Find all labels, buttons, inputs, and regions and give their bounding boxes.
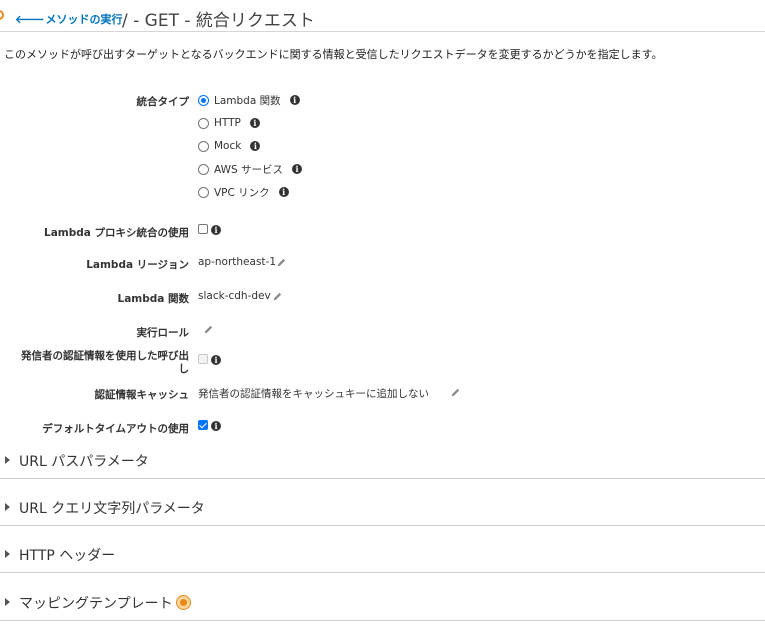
edit-pencil-icon[interactable] [272,291,283,302]
lambda-function-value: slack-cdh-dev [198,290,271,302]
section-http-headers[interactable]: HTTP ヘッダー [0,527,765,573]
lambda-region-value: ap-northeast-1 [198,256,277,268]
lambda-proxy-label: Lambda プロキシ統合の使用 [44,227,189,239]
info-icon[interactable]: i [211,421,221,431]
section-divider [0,525,765,526]
radio-option-mock[interactable]: Mock i [198,139,261,153]
section-title: URL クエリ文字列パラメータ [19,501,205,517]
expand-triangle-icon [5,598,10,606]
section-divider [0,572,765,573]
radio-option-aws-service[interactable]: AWS サービス i [198,162,302,176]
section-title-row: マッピングテンプレート [19,593,190,613]
status-dot-icon [0,10,4,20]
edit-pencil-icon[interactable] [450,387,461,398]
expand-triangle-icon [5,550,10,558]
radio-http[interactable] [198,117,209,129]
section-divider [0,620,765,621]
page-header: 🡐メソッドの実行 / - GET - 統合リクエスト [0,0,765,32]
highlight-dot-icon [176,596,190,609]
radio-aws-service[interactable] [198,163,209,175]
caller-credentials-label: 発信者の認証情報を使用した呼び出 し [21,350,189,376]
lambda-region-label: Lambda リージョン [86,259,189,271]
header-divider [0,31,765,32]
credentials-cache-value: 発信者の認証情報をキャッシュキーに追加しない [198,388,429,400]
back-to-method-execution-link[interactable]: 🡐メソッドの実行 [15,11,123,27]
page-description: このメソッドが呼び出すターゲットとなるバックエンドに関する情報と受信したリクエス… [4,48,663,61]
radio-mock[interactable] [198,140,209,152]
section-url-path-parameters[interactable]: URL パスパラメータ [0,433,765,479]
radio-lambda[interactable] [198,94,209,106]
expand-triangle-icon [5,503,10,511]
lambda-function-label: Lambda 関数 [117,293,190,305]
section-mapping-templates[interactable]: マッピングテンプレート [0,575,765,621]
back-link-label: メソッドの実行 [45,13,123,26]
caller-credentials-label-line2: し [178,363,190,375]
expand-triangle-icon [5,456,10,464]
caller-credentials-label-line1: 発信者の認証情報を使用した呼び出 [21,350,189,362]
credentials-cache-label: 認証情報キャッシュ [94,389,190,401]
section-title: URL パスパラメータ [19,454,149,470]
radio-http-label: HTTP [214,117,241,129]
section-url-query-string-parameters[interactable]: URL クエリ文字列パラメータ [0,480,765,526]
section-divider [0,478,765,479]
radio-option-http[interactable]: HTTP i [198,116,260,130]
edit-pencil-icon[interactable] [276,257,287,268]
radio-lambda-label: Lambda 関数 [214,94,281,107]
page-title: / - GET - 統合リクエスト [122,11,315,31]
caller-credentials-checkbox[interactable] [198,354,208,364]
arrow-left-icon: 🡐 [15,13,45,26]
integration-type-label: 統合タイプ [136,96,190,108]
section-title: マッピングテンプレート [19,596,173,612]
radio-vpc-link-label: VPC リンク [214,186,270,199]
lambda-proxy-checkbox[interactable] [198,224,208,234]
section-title: HTTP ヘッダー [19,548,116,564]
execution-role-label: 実行ロール [136,327,190,339]
info-icon[interactable]: i [211,225,221,235]
default-timeout-checkbox[interactable] [198,420,208,430]
info-icon[interactable]: i [289,95,300,105]
radio-vpc-link[interactable] [198,186,209,198]
info-icon[interactable]: i [292,164,302,174]
radio-option-lambda[interactable]: Lambda 関数 i [198,93,300,107]
radio-option-vpc-link[interactable]: VPC リンク i [198,185,289,199]
info-icon[interactable]: i [250,141,261,151]
radio-mock-label: Mock [214,140,242,152]
radio-aws-service-label: AWS サービス [214,163,283,176]
info-icon[interactable]: i [211,355,221,365]
info-icon[interactable]: i [249,118,260,128]
info-icon[interactable]: i [278,187,289,197]
edit-pencil-icon[interactable] [203,324,214,335]
